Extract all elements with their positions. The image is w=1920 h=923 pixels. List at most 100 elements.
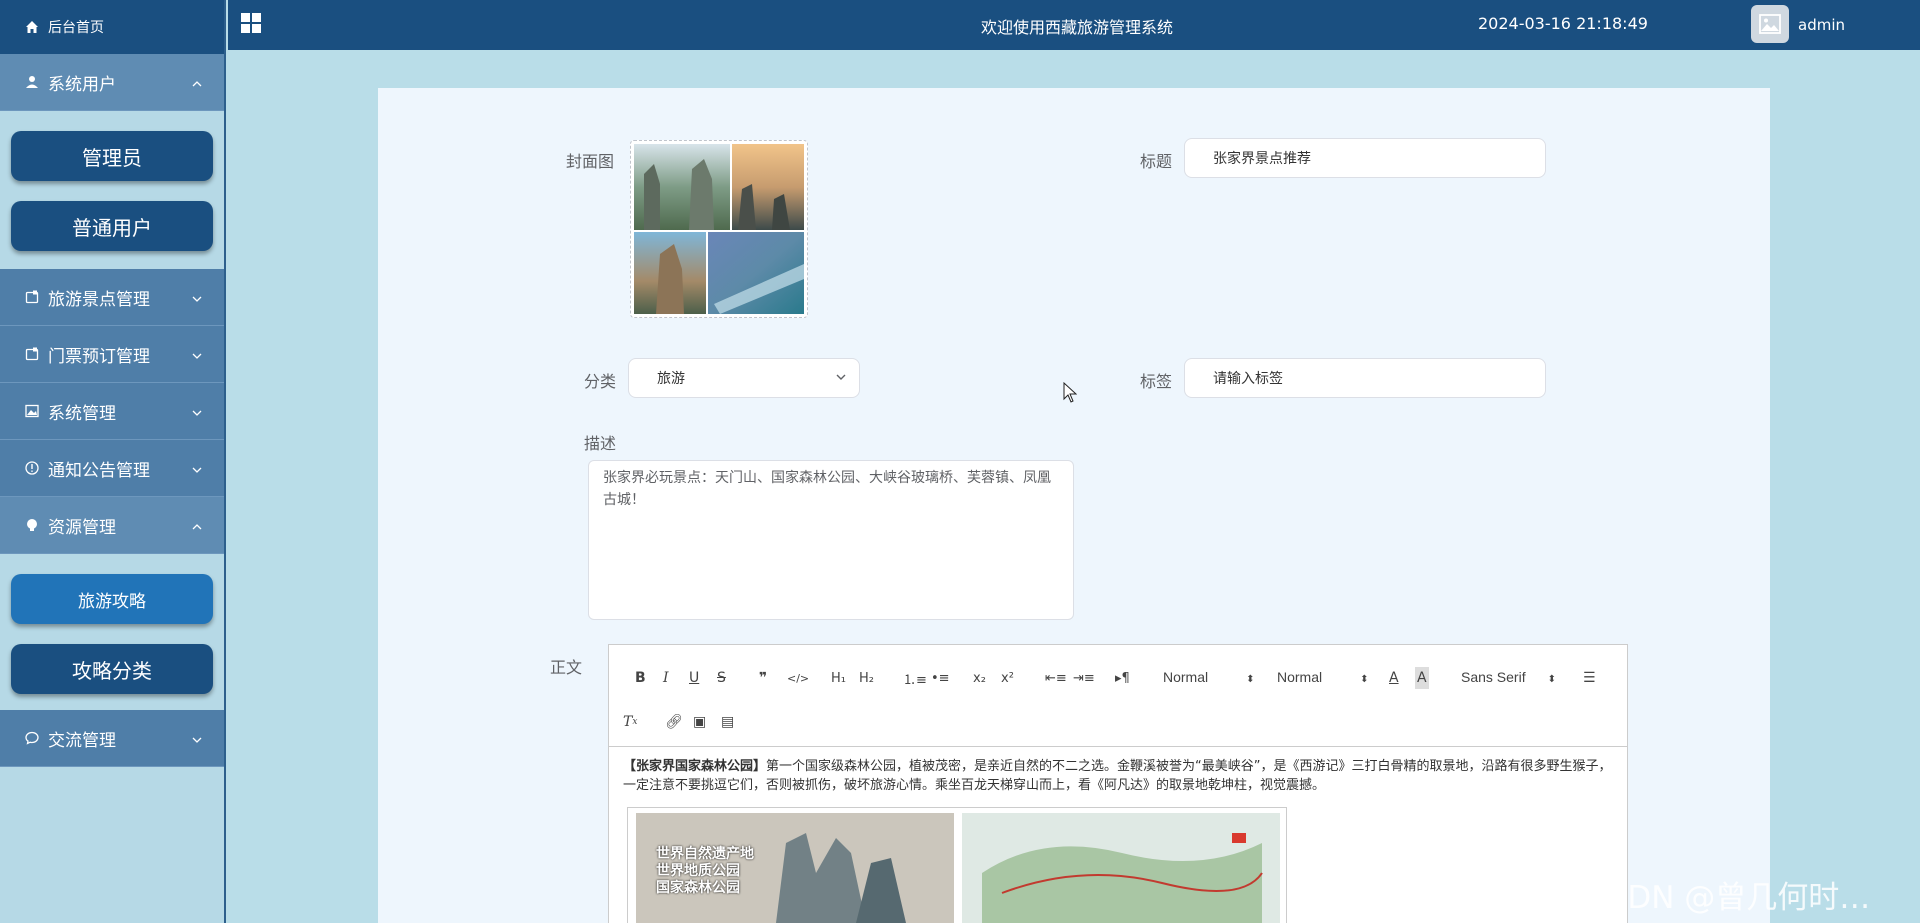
heading-1-icon[interactable]: H₁	[831, 667, 846, 689]
chevron-down-icon	[192, 728, 202, 748]
header-username[interactable]: admin	[1798, 16, 1845, 34]
sidebar-group-label: 系统用户	[48, 74, 116, 95]
sidebar-group-notices[interactable]: 通知公告管理	[0, 440, 224, 497]
updown-arrow-icon: ⬍	[1360, 674, 1369, 685]
caption-line: 国家森林公园	[656, 880, 740, 896]
sidebar-group-resources[interactable]: 资源管理	[0, 497, 224, 554]
size-select[interactable]: Normal ⬍	[1277, 669, 1369, 685]
ordered-list-icon[interactable]: ⒈≡	[903, 667, 927, 689]
mouse-cursor-icon	[1063, 382, 1077, 403]
content-heading: 【张家界国家森林公园】	[623, 759, 767, 774]
link-icon[interactable]: 🔗︎	[665, 711, 683, 733]
cover-label: 封面图	[566, 152, 615, 171]
category-select[interactable]: 旅游	[628, 358, 860, 398]
indent-icon[interactable]: ⇥≡	[1073, 667, 1095, 689]
font-select-value: Sans Serif	[1461, 669, 1526, 685]
header-datetime: 2024-03-16 21:18:49	[1478, 14, 1648, 33]
strikethrough-icon[interactable]: S	[717, 667, 726, 689]
home-icon	[26, 21, 38, 33]
sidebar-group-communication[interactable]: 交流管理	[0, 710, 224, 767]
sidebar-group-label: 门票预订管理	[48, 346, 150, 367]
font-select[interactable]: Sans Serif ⬍	[1461, 669, 1556, 685]
size-select-value: Normal	[1277, 669, 1323, 685]
bold-icon[interactable]: B	[635, 667, 646, 689]
subscript-icon[interactable]: x₂	[973, 667, 986, 689]
chat-icon	[24, 730, 40, 746]
picture-icon	[24, 403, 40, 419]
title-input[interactable]: 张家界景点推荐	[1184, 138, 1546, 178]
sidebar-group-label: 通知公告管理	[48, 460, 150, 481]
top-header: 欢迎使用西藏旅游管理系统 2024-03-16 21:18:49 admin	[228, 0, 1920, 50]
outdent-icon[interactable]: ⇤≡	[1045, 667, 1067, 689]
chevron-down-icon	[192, 458, 202, 478]
background-color-icon[interactable]: A	[1415, 667, 1429, 689]
form-panel: 封面图 标题 张家界景点推荐 分类 旅游 标签 请输入标签 描述 张家界必玩景点…	[378, 88, 1770, 923]
sidebar-home-label: 后台首页	[48, 20, 104, 36]
chevron-up-icon	[192, 72, 202, 92]
text-direction-icon[interactable]: ▸¶	[1115, 667, 1130, 689]
superscript-icon[interactable]: x²	[1001, 667, 1014, 689]
clear-format-icon[interactable]: Tx	[623, 711, 637, 733]
rich-text-editor: B I U S ❞ </> H₁ H₂ ⒈≡ •≡ x₂ x² ⇤≡ ⇥≡ ▸¶…	[608, 644, 1628, 923]
editor-toolbar: B I U S ❞ </> H₁ H₂ ⒈≡ •≡ x₂ x² ⇤≡ ⇥≡ ▸¶…	[609, 645, 1627, 747]
updown-arrow-icon: ⬍	[1246, 674, 1255, 685]
font-color-icon[interactable]: A	[1389, 667, 1399, 689]
tag-label: 标签	[1140, 372, 1173, 391]
sidebar-item-travel-guide[interactable]: 旅游攻略	[11, 574, 213, 624]
clipboard-icon	[24, 289, 40, 305]
clipboard-icon	[24, 346, 40, 362]
content-paragraph: 第一个国家级森林公园，植被茂密，是亲近自然的不二之选。金鞭溪被誉为“最美峡谷”，…	[623, 759, 1612, 793]
sidebar-item-guide-category[interactable]: 攻略分类	[11, 644, 213, 694]
heading-2-icon[interactable]: H₂	[859, 667, 874, 689]
bullet-list-icon[interactable]: •≡	[931, 667, 950, 689]
lightbulb-icon	[24, 517, 40, 533]
editor-content[interactable]: 【张家界国家森林公园】第一个国家级森林公园，植被茂密，是亲近自然的不二之选。金鞭…	[609, 747, 1627, 805]
tag-input[interactable]: 请输入标签	[1184, 358, 1546, 398]
category-select-value: 旅游	[657, 371, 685, 387]
sidebar-item-normal-user[interactable]: 普通用户	[11, 201, 213, 251]
avatar[interactable]	[1751, 5, 1789, 43]
header-select-value: Normal	[1163, 669, 1209, 685]
sidebar-group-label: 资源管理	[48, 517, 116, 538]
chevron-down-icon	[192, 287, 202, 307]
blockquote-icon[interactable]: ❞	[759, 667, 767, 689]
sidebar-home[interactable]: 后台首页	[0, 0, 224, 54]
sidebar-group-label: 旅游景点管理	[48, 289, 150, 310]
sidebar-group-attractions[interactable]: 旅游景点管理	[0, 269, 224, 326]
caption-line: 世界自然遗产地	[656, 846, 754, 862]
header-title: 欢迎使用西藏旅游管理系统	[981, 18, 1174, 37]
sidebar: 后台首页 系统用户 管理员 普通用户 旅游景点管理 门票预订管理 系统管理 通知…	[0, 0, 226, 923]
content-image-map	[962, 813, 1280, 923]
chevron-up-icon	[192, 515, 202, 535]
chevron-down-icon	[192, 401, 202, 421]
align-icon[interactable]: ☰	[1583, 667, 1596, 689]
chevron-down-icon	[835, 371, 847, 387]
cover-image	[634, 144, 804, 314]
description-textarea[interactable]: 张家界必玩景点：天门山、国家森林公园、大峡谷玻璃桥、芙蓉镇、凤凰古城！	[588, 460, 1074, 620]
sidebar-group-system[interactable]: 系统管理	[0, 383, 224, 440]
title-label: 标题	[1140, 152, 1173, 171]
code-block-icon[interactable]: </>	[787, 667, 809, 689]
sidebar-group-tickets[interactable]: 门票预订管理	[0, 326, 224, 383]
video-icon[interactable]: ▤	[721, 711, 734, 733]
image-placeholder-icon	[1759, 14, 1781, 34]
underline-icon[interactable]: U	[689, 667, 699, 689]
sidebar-resources-submenu: 旅游攻略 攻略分类	[0, 554, 224, 710]
menu-grid-icon[interactable]	[240, 12, 262, 38]
sidebar-group-label: 系统管理	[48, 403, 116, 424]
sidebar-users-submenu: 管理员 普通用户	[0, 111, 224, 270]
caption-line: 世界地质公园	[656, 863, 740, 879]
content-label: 正文	[550, 658, 583, 677]
sidebar-item-admin[interactable]: 管理员	[11, 131, 213, 181]
header-select[interactable]: Normal ⬍	[1163, 669, 1255, 685]
content-image-caption: 世界自然遗产地 世界地质公园 国家森林公园	[656, 846, 754, 897]
sidebar-group-users[interactable]: 系统用户	[0, 54, 224, 111]
chevron-down-icon	[192, 344, 202, 364]
content-image-block: 世界自然遗产地 世界地质公园 国家森林公园	[627, 807, 1287, 923]
image-icon[interactable]: ▣	[693, 711, 706, 733]
info-icon	[24, 460, 40, 476]
updown-arrow-icon: ⬍	[1547, 674, 1556, 685]
watermark: CSDN @曾几何时…	[1586, 880, 1871, 916]
cover-image-upload[interactable]	[630, 140, 808, 318]
italic-icon[interactable]: I	[663, 667, 669, 689]
